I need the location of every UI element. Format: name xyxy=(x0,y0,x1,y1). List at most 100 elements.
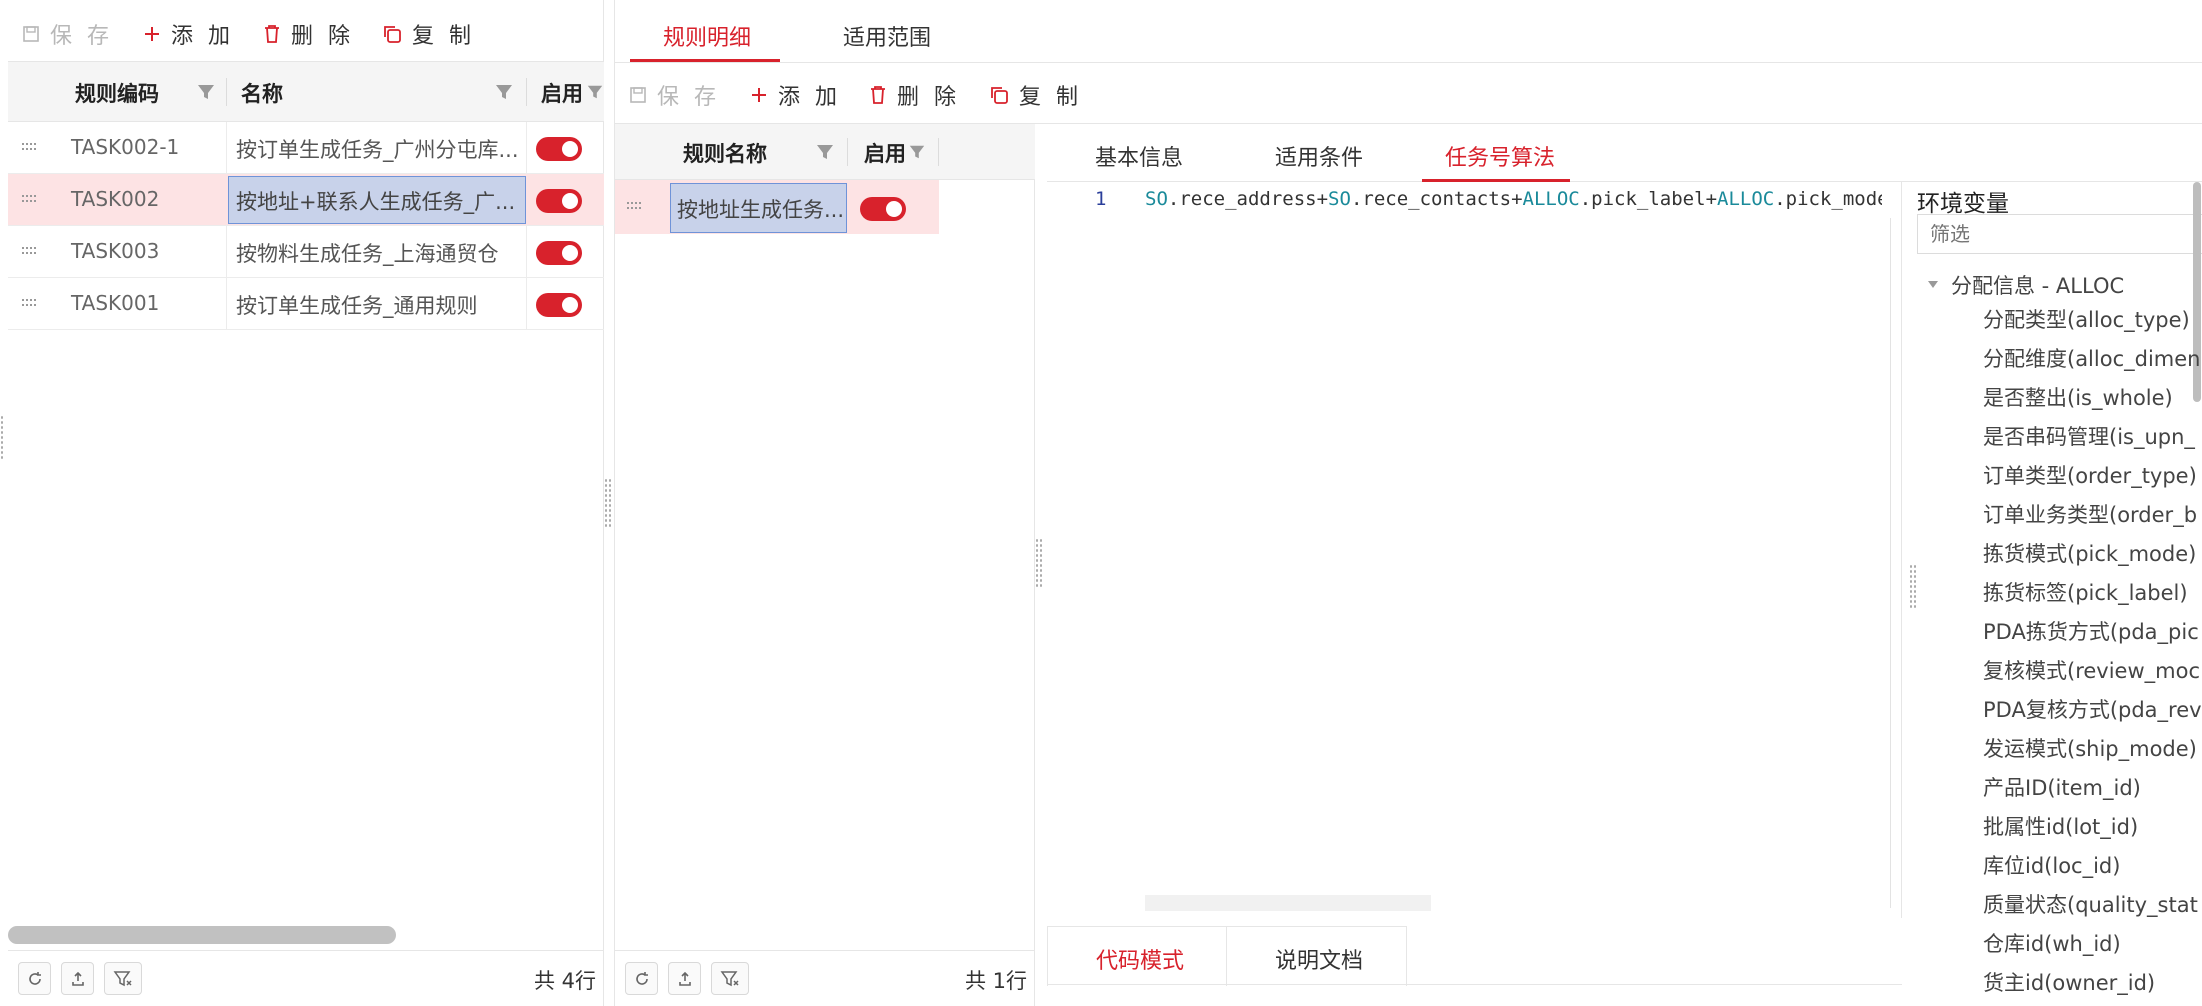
filter-icon[interactable] xyxy=(586,82,604,102)
refresh-button[interactable] xyxy=(625,962,658,995)
table-row-selected[interactable]: TASK002 按地址+联系人生成任务_广... xyxy=(8,174,604,226)
env-variable-item[interactable]: 是否串码管理(is_upn_ xyxy=(1983,421,2202,451)
env-variable-item[interactable]: 拣货模式(pick_mode) xyxy=(1983,538,2202,568)
drag-handle-icon[interactable] xyxy=(22,299,38,309)
refresh-icon xyxy=(28,971,41,985)
rule-code: TASK002 xyxy=(71,187,160,211)
env-variable-item[interactable]: PDA复核方式(pda_rev xyxy=(1983,694,2202,724)
save-icon xyxy=(23,26,39,42)
env-variable-item[interactable]: 拣货标签(pick_label) xyxy=(1983,577,2202,607)
filter-button[interactable] xyxy=(711,962,749,995)
code-text: .rece_contacts+ xyxy=(1350,188,1523,210)
tab-scope[interactable]: 适用范围 xyxy=(843,20,931,52)
column-header-rule-name[interactable]: 规则名称 xyxy=(683,138,767,168)
editor-horizontal-scrollbar[interactable] xyxy=(1145,895,1431,911)
table-row-selected[interactable]: 按地址生成任务... xyxy=(615,180,939,234)
rule-item-footer: 共 1行 xyxy=(615,950,1035,1006)
column-divider[interactable] xyxy=(526,78,527,106)
env-group-alloc[interactable]: 分配信息 - ALLOC xyxy=(1927,270,2124,300)
copy-button[interactable]: 复 制 xyxy=(382,18,475,50)
filter-icon[interactable] xyxy=(815,142,835,162)
env-variable-item[interactable]: 复核模式(review_moc xyxy=(1983,655,2202,685)
env-variable-item[interactable]: 仓库id(wh_id) xyxy=(1983,928,2202,958)
column-header-enabled[interactable]: 启用 xyxy=(541,78,583,108)
env-variable-item[interactable]: 订单业务类型(order_b xyxy=(1983,499,2202,529)
copy-button[interactable]: 复 制 xyxy=(989,79,1082,111)
refresh-icon xyxy=(635,971,648,985)
table-row[interactable]: TASK002-1 按订单生成任务_广州分屯库... xyxy=(8,122,604,174)
refresh-button[interactable] xyxy=(18,962,51,995)
delete-button[interactable]: 删 除 xyxy=(263,18,354,50)
trash-icon xyxy=(871,86,885,104)
left-edge-grip[interactable] xyxy=(0,415,4,459)
code-line[interactable]: SO.rece_address+SO.rece_contacts+ALLOC.p… xyxy=(1145,188,1882,210)
env-variable-item[interactable]: 批属性id(lot_id) xyxy=(1983,811,2202,841)
tab-basic-info[interactable]: 基本信息 xyxy=(1095,140,1183,172)
save-button[interactable]: 保 存 xyxy=(22,18,113,50)
env-variable-item[interactable]: 发运模式(ship_mode) xyxy=(1983,733,2202,763)
table-row[interactable]: TASK001 按订单生成任务_通用规则 xyxy=(8,278,604,330)
save-button[interactable]: 保 存 xyxy=(629,79,720,111)
filter-icon xyxy=(113,970,132,986)
env-variable-item[interactable]: PDA拣货方式(pda_pic xyxy=(1983,616,2202,646)
active-tab-indicator xyxy=(630,59,780,62)
caret-down-icon xyxy=(1928,281,1938,288)
delete-button[interactable]: 删 除 xyxy=(869,79,960,111)
tab-conditions[interactable]: 适用条件 xyxy=(1275,140,1363,172)
drag-handle-icon[interactable] xyxy=(627,202,643,212)
export-button[interactable] xyxy=(668,962,701,995)
env-variable-item[interactable]: 分配类型(alloc_type) xyxy=(1983,304,2202,334)
code-text: .pick_mode+A xyxy=(1774,188,1882,210)
splitter-grip[interactable] xyxy=(1035,538,1043,588)
drag-handle-icon[interactable] xyxy=(22,195,38,205)
column-divider[interactable] xyxy=(938,138,939,166)
rule-list-header: 规则编码 名称 启用 xyxy=(8,62,604,122)
tab-task-number-algorithm[interactable]: 任务号算法 xyxy=(1445,140,1555,172)
splitter-grip[interactable] xyxy=(604,478,612,528)
tab-rule-detail[interactable]: 规则明细 xyxy=(663,20,751,52)
splitter-grip[interactable] xyxy=(1909,564,1917,610)
rule-code: TASK001 xyxy=(71,291,160,315)
tab-docs[interactable]: 说明文档 xyxy=(1227,926,1407,986)
code-keyword: ALLOC xyxy=(1522,188,1580,210)
rule-item-name: 按地址生成任务... xyxy=(677,198,843,222)
enabled-toggle[interactable] xyxy=(536,241,582,265)
export-button[interactable] xyxy=(61,962,94,995)
enabled-toggle[interactable] xyxy=(536,293,582,317)
tab-code-mode[interactable]: 代码模式 xyxy=(1047,926,1227,986)
rule-detail-tabs: 规则明细 适用范围 xyxy=(615,0,2202,63)
env-variable-item[interactable]: 是否整出(is_whole) xyxy=(1983,382,2202,412)
code-editor[interactable]: 1 SO.rece_address+SO.rece_contacts+ALLOC… xyxy=(1047,182,1902,918)
editor-mode-tabs: 代码模式 说明文档 xyxy=(1047,926,1902,1006)
add-button[interactable]: 添 加 xyxy=(750,79,841,111)
enabled-toggle[interactable] xyxy=(536,137,582,161)
code-text: .rece_address+ xyxy=(1167,188,1329,210)
column-divider[interactable] xyxy=(847,138,848,166)
export-icon xyxy=(71,971,84,986)
column-divider[interactable] xyxy=(226,78,227,106)
column-header-enabled[interactable]: 启用 xyxy=(864,138,906,168)
horizontal-scrollbar[interactable] xyxy=(8,926,396,944)
table-row[interactable]: TASK003 按物料生成任务_上海通贸仓 xyxy=(8,226,604,278)
env-variable-item[interactable]: 货主id(owner_id) xyxy=(1983,967,2202,997)
drag-handle-icon[interactable] xyxy=(22,247,38,257)
env-variable-item[interactable]: 库位id(loc_id) xyxy=(1983,850,2202,880)
env-filter-input[interactable] xyxy=(1917,214,2202,254)
enabled-toggle[interactable] xyxy=(860,197,906,221)
filter-icon[interactable] xyxy=(196,82,216,102)
drag-handle-icon[interactable] xyxy=(22,143,38,153)
env-variable-item[interactable]: 订单类型(order_type) xyxy=(1983,460,2202,490)
env-variable-item[interactable]: 产品ID(item_id) xyxy=(1983,772,2202,802)
column-header-code[interactable]: 规则编码 xyxy=(75,78,159,108)
filter-icon[interactable] xyxy=(908,142,926,162)
env-variable-item[interactable]: 质量状态(quality_stat xyxy=(1983,889,2202,919)
rule-list-panel: 保 存 添 加 删 除 复 制 规则编码 名称 启用 TASK002-1 按订单… xyxy=(8,0,604,1006)
filter-button[interactable] xyxy=(104,962,142,995)
env-variable-item[interactable]: 分配维度(alloc_dimen xyxy=(1983,343,2202,373)
add-button[interactable]: 添 加 xyxy=(143,18,234,50)
enabled-toggle[interactable] xyxy=(536,189,582,213)
column-header-name[interactable]: 名称 xyxy=(241,78,283,108)
filter-icon[interactable] xyxy=(494,82,514,102)
filter-icon xyxy=(720,970,739,986)
plus-icon xyxy=(752,88,766,102)
